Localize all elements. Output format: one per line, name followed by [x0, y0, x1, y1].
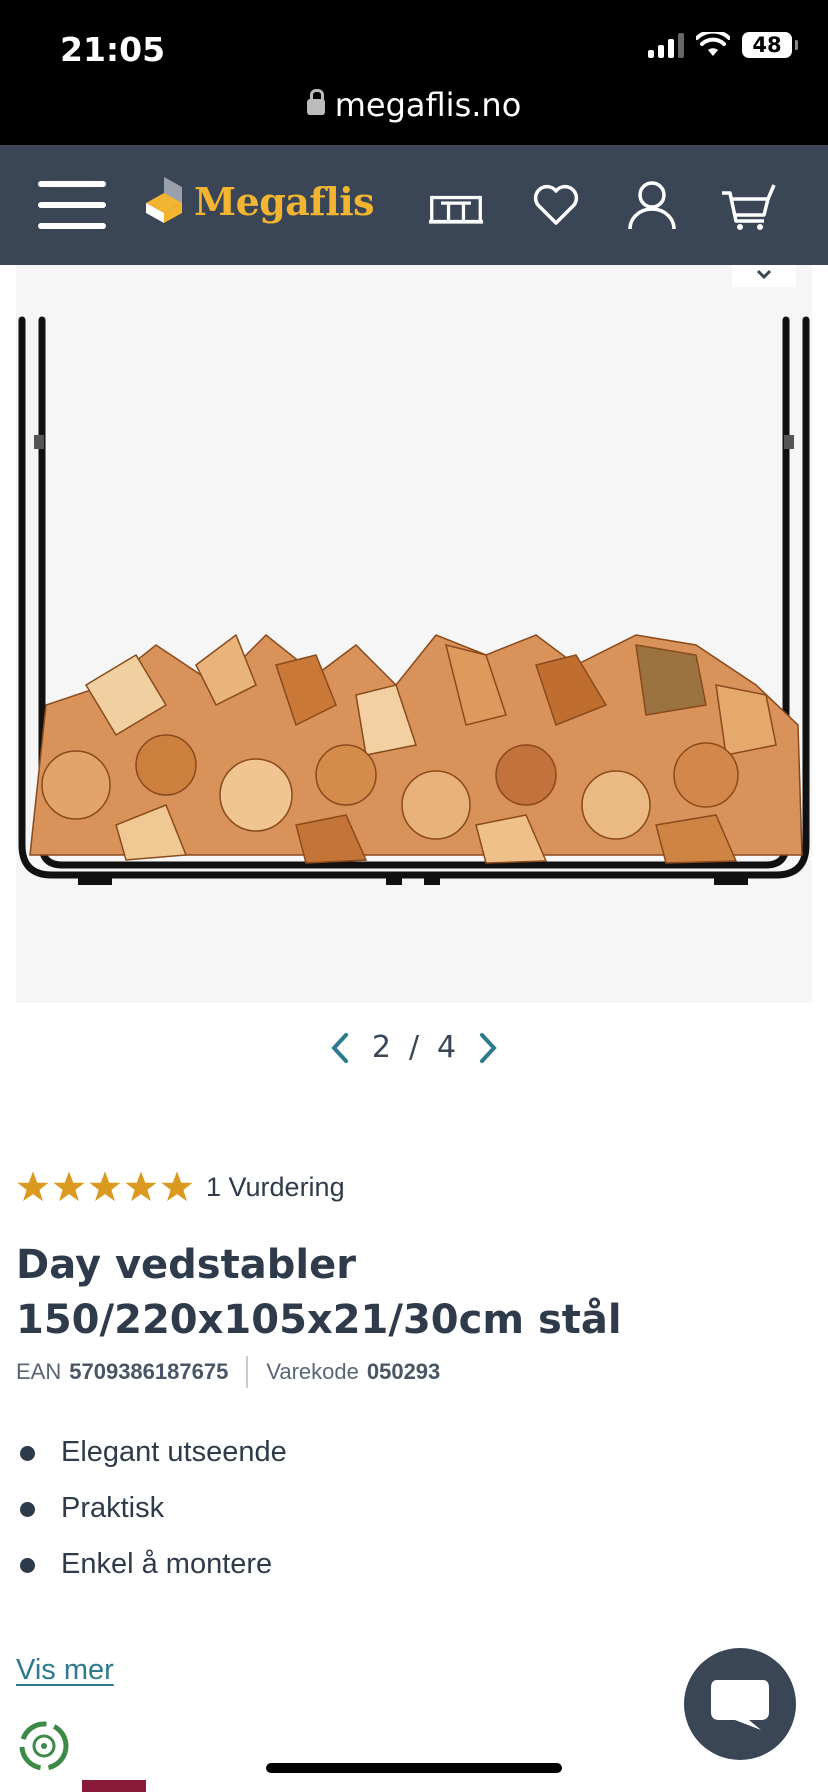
store-icon[interactable] [428, 177, 484, 233]
ean-value: 5709386187675 [69, 1359, 229, 1384]
star-icon [17, 1171, 49, 1202]
status-icons: 48 [648, 32, 798, 58]
product-codes: EAN 5709386187675 Varekode 050293 [16, 1356, 440, 1388]
star-icon [161, 1171, 193, 1202]
signal-icon [648, 32, 684, 58]
product-title: Day vedstabler 150/220x105x21/30cm stål [16, 1242, 622, 1343]
menu-icon[interactable] [38, 181, 106, 229]
list-item: Praktisk [16, 1486, 287, 1542]
star-icon [125, 1171, 157, 1202]
gallery-pager: 2 / 4 [0, 1030, 828, 1065]
chevron-right-icon[interactable] [474, 1031, 502, 1065]
lock-icon [306, 89, 325, 115]
show-more-link[interactable]: Vis mer [16, 1654, 114, 1687]
gallery-current: 2 [371, 1030, 391, 1065]
rating-count: 1 Vurdering [206, 1171, 345, 1202]
status-bar: 21:05 48 megaflis.no [0, 0, 828, 145]
site-header: Megaflis [0, 145, 828, 265]
product-image[interactable] [16, 265, 812, 1003]
feature-list: Elegant utseende Praktisk Enkel å monter… [16, 1430, 287, 1598]
site-logo[interactable]: Megaflis [142, 173, 375, 229]
brand-name: Megaflis [194, 178, 375, 224]
sku-label: Varekode [266, 1359, 359, 1384]
divider [246, 1356, 249, 1388]
recycle-icon [19, 1721, 69, 1771]
sku-value: 050293 [366, 1359, 441, 1384]
logo-mark-icon [146, 177, 182, 223]
battery-icon: 48 [742, 32, 798, 58]
list-item: Elegant utseende [16, 1430, 287, 1486]
star-icon [53, 1171, 85, 1202]
status-time: 21:05 [60, 30, 166, 69]
chat-button[interactable] [684, 1648, 796, 1760]
url-text: megaflis.no [334, 86, 522, 124]
chevron-down-icon[interactable] [732, 265, 796, 287]
firewood-rack-illustration [18, 316, 810, 885]
home-indicator [266, 1763, 562, 1773]
cart-icon[interactable] [720, 177, 776, 233]
heart-icon[interactable] [528, 177, 584, 233]
brand-badge-fragment [82, 1780, 146, 1792]
chat-bubble-icon [711, 1680, 769, 1730]
url-bar[interactable]: megaflis.no [0, 86, 828, 124]
list-item: Enkel å montere [16, 1542, 287, 1598]
gallery-total: 4 [437, 1030, 457, 1065]
star-icon [89, 1171, 121, 1202]
product-rating[interactable]: 1 Vurdering [16, 1170, 345, 1204]
ean-label: EAN [16, 1359, 62, 1384]
user-icon[interactable] [624, 177, 680, 233]
gallery-separator: / [408, 1030, 420, 1065]
wifi-icon [696, 32, 730, 56]
chevron-left-icon[interactable] [326, 1031, 354, 1065]
